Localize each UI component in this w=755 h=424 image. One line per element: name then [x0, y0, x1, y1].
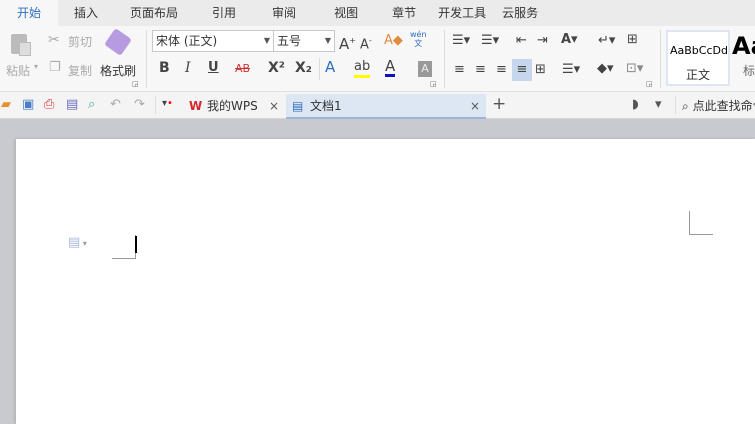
style-normal[interactable]: AaBbCcDd 正文	[666, 30, 730, 86]
borders-icon[interactable]: ⊡▾	[626, 61, 643, 77]
align-center-icon[interactable]: ≡	[475, 62, 486, 78]
highlight-icon[interactable]: ab	[354, 59, 371, 78]
open-folder-icon[interactable]: ▰	[1, 97, 11, 113]
tab-my-wps-label: 我的WPS	[207, 99, 258, 113]
style-heading-label[interactable]: 标题 1	[743, 62, 755, 79]
tab-document-label: 文档1	[310, 99, 342, 113]
customize-toolbar-icon[interactable]: ▾•	[162, 96, 173, 112]
ribbon: 粘贴 ▾ ✂ 剪切 ❐ 复制 格式刷 ◲ 宋体 (正文) ▼ 五号 ▼ A+ A- …	[0, 26, 755, 92]
table-icon[interactable]: ⊞	[627, 32, 638, 48]
search-placeholder: 点此查找命令	[692, 99, 755, 113]
cut-button[interactable]: 剪切	[68, 33, 92, 50]
change-case-icon[interactable]: A▾	[561, 32, 578, 48]
undo-icon[interactable]: ↶	[110, 97, 121, 113]
italic-button[interactable]: I	[185, 60, 191, 76]
copy-button[interactable]: 复制	[68, 62, 92, 79]
clipboard-launcher-icon[interactable]: ◲	[132, 80, 139, 88]
save-icon[interactable]: ▣	[22, 97, 34, 113]
menu-cloud[interactable]: 云服务	[494, 0, 546, 26]
menu-references[interactable]: 引用	[194, 0, 254, 26]
print-preview-icon[interactable]: ⌕	[88, 97, 95, 113]
quick-access-toolbar: ▰ ▣ ⎙ ▤ ⌕ ↶ ↷ ▾• W 我的WPS × ▤ 文档1 × + ◗ ▾…	[0, 92, 755, 119]
sync-icon[interactable]: ◗	[632, 97, 639, 113]
shrink-font-icon[interactable]: A-	[360, 33, 372, 53]
margin-mark-top-right	[689, 211, 713, 235]
close-icon[interactable]: ×	[269, 94, 279, 118]
text-effect-icon[interactable]: A	[325, 59, 335, 75]
distribute-icon[interactable]: ⊞	[535, 62, 546, 78]
scissors-icon: ✂	[48, 32, 60, 48]
export-pdf-icon[interactable]: ⎙	[44, 97, 54, 113]
pinyin-guide-icon[interactable]: wén 文	[410, 30, 427, 48]
copy-icon: ❐	[49, 60, 61, 75]
justify-icon[interactable]: ≡	[512, 59, 532, 81]
font-size-select[interactable]: 五号 ▼	[273, 30, 335, 52]
underline-button[interactable]: U	[208, 60, 219, 76]
menu-review[interactable]: 审阅	[254, 0, 314, 26]
shading-icon[interactable]: ◆▾	[597, 61, 614, 77]
subscript-button[interactable]: X₂	[295, 60, 312, 76]
search-icon: ⌕	[682, 99, 689, 113]
paste-button[interactable]	[8, 32, 34, 58]
numbering-icon[interactable]: ☰▾	[481, 33, 499, 49]
decrease-indent-icon[interactable]: ⇤	[516, 33, 527, 49]
char-shading-icon[interactable]: A	[418, 61, 432, 77]
style-heading-preview[interactable]: Aa	[732, 32, 755, 60]
style-normal-label: 正文	[686, 68, 711, 82]
skin-icon[interactable]: ▾	[655, 97, 662, 113]
menu-chapter[interactable]: 章节	[378, 0, 430, 26]
page-icon	[19, 42, 31, 56]
font-name-select[interactable]: 宋体 (正文) ▼	[152, 30, 274, 52]
increase-indent-icon[interactable]: ⇥	[537, 33, 548, 49]
align-right-icon[interactable]: ≡	[496, 62, 507, 78]
menu-insert[interactable]: 插入	[58, 0, 114, 26]
print-icon[interactable]: ▤	[66, 97, 78, 113]
menu-developer[interactable]: 开发工具	[430, 0, 494, 26]
menu-view[interactable]: 视图	[314, 0, 378, 26]
tab-document[interactable]: ▤ 文档1 ×	[286, 94, 486, 119]
chevron-down-icon: ▼	[263, 36, 270, 45]
paragraph-mark-icon[interactable]: ↵▾	[598, 33, 615, 49]
strikethrough-button[interactable]: AB	[235, 61, 250, 77]
paragraph-launcher-icon[interactable]: ◲	[646, 80, 653, 88]
divider	[444, 30, 445, 88]
menu-home[interactable]: 开始	[0, 0, 58, 26]
font-color-icon[interactable]: A	[385, 58, 396, 77]
paste-label[interactable]: 粘贴	[6, 62, 30, 79]
align-left-icon[interactable]: ≡	[454, 62, 465, 78]
clear-format-icon[interactable]: A◆	[384, 33, 403, 49]
tab-my-wps[interactable]: W 我的WPS ×	[183, 94, 285, 119]
menu-bar: 开始 插入 页面布局 引用 审阅 视图 章节 开发工具 云服务	[0, 0, 755, 26]
wps-logo-icon: W	[189, 99, 203, 113]
chevron-down-icon: ▼	[324, 36, 331, 45]
close-icon[interactable]: ×	[470, 94, 480, 118]
format-painter-button[interactable]: 格式刷	[100, 62, 136, 79]
font-launcher-icon[interactable]: ◲	[430, 80, 437, 88]
redo-icon[interactable]: ↷	[134, 97, 145, 113]
divider	[660, 30, 661, 88]
line-spacing-icon[interactable]: ☰▾	[562, 62, 580, 78]
pinyin-label: wén	[410, 30, 427, 39]
text-cursor	[135, 236, 137, 253]
paste-dropdown-icon[interactable]: ▾	[34, 62, 38, 71]
bullets-icon[interactable]: ☰▾	[452, 33, 470, 49]
divider	[319, 58, 320, 80]
document-icon: ▤	[292, 99, 304, 113]
superscript-button[interactable]: X²	[268, 60, 285, 76]
format-painter-icon	[104, 28, 132, 56]
paragraph-layout-icon[interactable]: ▤ ▾	[68, 235, 87, 250]
style-normal-preview: AaBbCcDd	[670, 44, 728, 57]
document-page[interactable]: ▤ ▾	[16, 139, 755, 424]
divider	[146, 30, 147, 88]
new-tab-icon[interactable]: +	[492, 96, 506, 113]
margin-mark-top-left	[112, 235, 136, 259]
menu-page-layout[interactable]: 页面布局	[114, 0, 194, 26]
font-name-value: 宋体 (正文)	[156, 34, 218, 48]
command-search[interactable]: ⌕ 点此查找命令	[682, 97, 755, 114]
bold-button[interactable]: B	[159, 60, 170, 76]
grow-font-icon[interactable]: A+	[339, 33, 356, 52]
font-size-value: 五号	[277, 34, 302, 48]
